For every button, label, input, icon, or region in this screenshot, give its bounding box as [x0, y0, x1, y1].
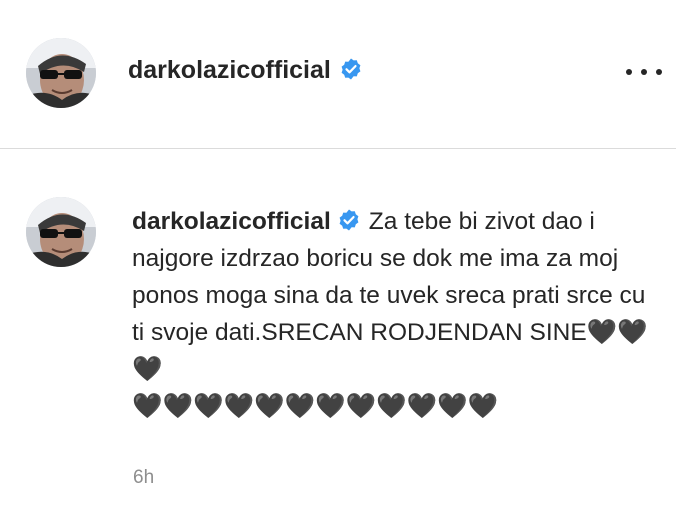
caption-comment: darkolazicofficial Za tebe bi zivot dao …	[0, 149, 676, 507]
caption-text: darkolazicofficial Za tebe bi zivot dao …	[132, 203, 652, 425]
verified-badge-icon	[339, 209, 359, 231]
verified-badge-icon	[341, 58, 361, 80]
username-text[interactable]: darkolazicofficial	[128, 56, 331, 84]
avatar-photo	[26, 38, 96, 108]
avatar-photo	[26, 197, 96, 267]
black-heart-icon: 🖤🖤🖤🖤🖤🖤🖤🖤🖤🖤🖤🖤	[132, 393, 499, 420]
more-options-icon[interactable]	[626, 62, 662, 82]
avatar[interactable]	[26, 197, 96, 267]
post-header: darkolazicofficial	[0, 0, 676, 148]
more-dot-icon	[626, 69, 632, 75]
more-dot-icon	[641, 69, 647, 75]
comment-timestamp[interactable]: 6h	[133, 467, 154, 489]
avatar[interactable]	[26, 38, 96, 108]
post-username[interactable]: darkolazicofficial	[128, 56, 363, 85]
comment-username[interactable]: darkolazicofficial	[132, 208, 331, 235]
more-dot-icon	[656, 69, 662, 75]
